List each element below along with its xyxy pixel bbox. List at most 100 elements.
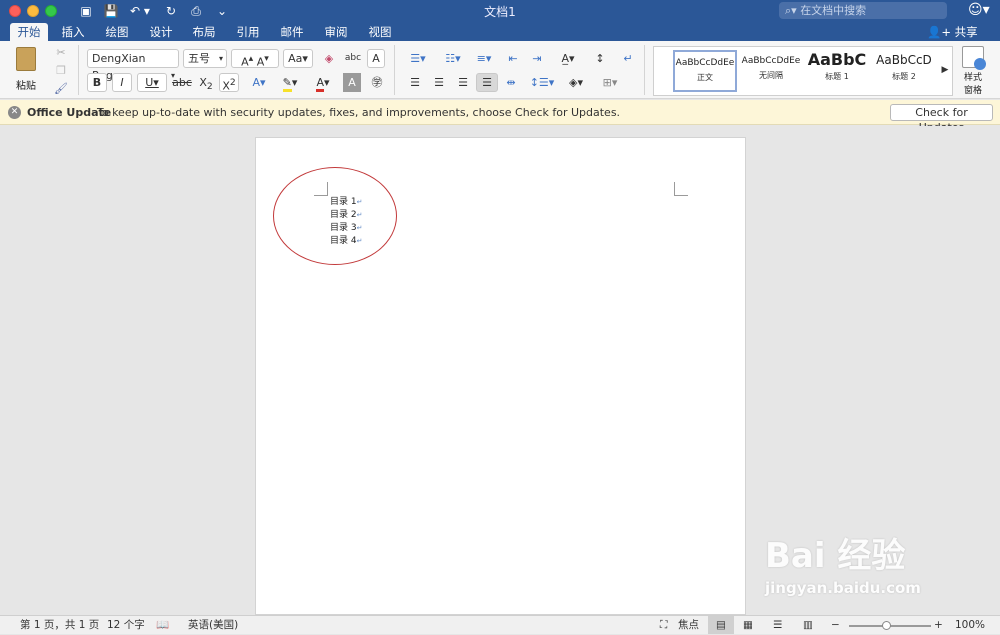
styles-gallery: AaBbCcDdEe 正文 AaBbCcDdEe 无间隔 AaBbC 标题 1 … bbox=[653, 46, 953, 96]
paste-label: 粘贴 bbox=[16, 81, 36, 92]
focus-mode-icon[interactable]: ⛶ bbox=[660, 616, 667, 635]
zoom-window-button[interactable] bbox=[45, 5, 57, 17]
phonetic-guide-icon[interactable]: abc bbox=[343, 49, 363, 68]
title-bar: ▣ 💾 ↶ ▾ ↻ ⎙ ⌄ 文档1 ⌕▾ 在文档中搜索 ☺▾ bbox=[0, 0, 1000, 22]
cut-icon[interactable]: ✂ bbox=[53, 43, 69, 62]
borders-icon[interactable]: ⊞▾ bbox=[595, 73, 625, 92]
infobar-message: To keep up-to-date with security updates… bbox=[97, 106, 621, 119]
check-for-updates-button[interactable]: Check for Updates bbox=[890, 104, 993, 134]
dismiss-infobar-icon[interactable]: ✕ bbox=[8, 106, 21, 119]
tab-layout[interactable]: 布局 bbox=[186, 23, 222, 41]
page-count[interactable]: 第 1 页，共 1 页 bbox=[20, 616, 99, 635]
search-icon: ⌕▾ bbox=[785, 4, 801, 17]
style-heading-1[interactable]: AaBbC 标题 1 bbox=[805, 50, 869, 92]
tab-review[interactable]: 审阅 bbox=[318, 23, 354, 41]
subscript-button[interactable]: X2 bbox=[196, 73, 216, 92]
share-button[interactable]: 👤+ 共享 bbox=[927, 23, 978, 41]
distributed-icon[interactable]: ⇹ bbox=[500, 73, 522, 92]
font-name-select[interactable]: DengXian Reg... ▾ bbox=[87, 49, 179, 82]
draft-view-icon[interactable]: ▥ bbox=[803, 616, 813, 635]
baidu-watermark: Bai 经验 jingyan.baidu.com bbox=[765, 528, 921, 597]
bold-button[interactable]: B bbox=[87, 73, 107, 92]
add-person-icon: 👤+ bbox=[927, 25, 955, 39]
save-icon[interactable]: 💾 bbox=[103, 3, 119, 19]
zoom-level[interactable]: 100% bbox=[955, 616, 985, 635]
paste-button[interactable]: 粘贴 bbox=[8, 45, 44, 93]
format-painter-icon[interactable]: 🖌 bbox=[53, 79, 69, 98]
language-indicator[interactable]: 英语(美国) bbox=[188, 616, 238, 635]
styles-pane-button[interactable]: 样式 窗格 bbox=[959, 46, 987, 96]
outline-view-icon[interactable]: ☰ bbox=[773, 616, 782, 635]
copy-icon[interactable]: ❐ bbox=[53, 61, 69, 80]
sidebar-toggle-icon[interactable]: ▣ bbox=[78, 3, 94, 19]
strikethrough-button[interactable]: abc bbox=[171, 73, 193, 92]
italic-button[interactable]: I bbox=[112, 73, 132, 92]
word-count[interactable]: 12 个字 bbox=[107, 616, 145, 635]
minimize-window-button[interactable] bbox=[27, 5, 39, 17]
highlight-icon[interactable]: ✎▾ bbox=[276, 73, 304, 92]
tab-design[interactable]: 设计 bbox=[143, 23, 179, 41]
change-case-icon[interactable]: Aa▾ bbox=[283, 49, 313, 68]
font-size-select[interactable]: 五号 ▾ bbox=[183, 49, 227, 68]
print-layout-view-icon[interactable]: ▤ bbox=[708, 616, 734, 634]
zoom-out-button[interactable]: − bbox=[831, 616, 840, 635]
close-window-button[interactable] bbox=[9, 5, 21, 17]
shading-icon[interactable]: ◈▾ bbox=[562, 73, 590, 92]
tab-view[interactable]: 视图 bbox=[362, 23, 398, 41]
text-effects-icon[interactable]: A▾ bbox=[246, 73, 272, 92]
status-bar: 第 1 页，共 1 页 12 个字 📖 英语(美国) ⛶ 焦点 ▤ ▦ ☰ ▥ … bbox=[0, 615, 1000, 634]
ribbon: 粘贴 ✂ ❐ 🖌 DengXian Reg... ▾ 五号 ▾ A▴ A▾ Aa▾ … bbox=[0, 41, 1000, 99]
style-normal[interactable]: AaBbCcDdEe 正文 bbox=[673, 50, 737, 92]
justify-icon[interactable]: ☰ bbox=[476, 73, 498, 92]
highlight-annotation-circle bbox=[273, 167, 397, 265]
align-left-icon[interactable]: ☰ bbox=[404, 73, 426, 92]
ribbon-tabs: 开始 插入 绘图 设计 布局 引用 邮件 审阅 视图 👤+ 共享 bbox=[0, 22, 1000, 41]
asian-layout-icon[interactable]: A̲▾ bbox=[554, 49, 582, 68]
bullets-icon[interactable]: ☰▾ bbox=[402, 49, 434, 68]
character-shading-icon[interactable]: A bbox=[343, 73, 361, 92]
gallery-more-arrow-icon[interactable]: ▶ bbox=[940, 61, 950, 80]
font-color-icon[interactable]: A▾ bbox=[308, 73, 338, 92]
watermark-brand: Bai 经验 bbox=[765, 536, 906, 576]
customize-toolbar-icon[interactable]: ⌄ bbox=[216, 3, 228, 19]
increase-indent-icon[interactable]: ⇥ bbox=[527, 49, 547, 68]
align-right-icon[interactable]: ☰ bbox=[452, 73, 474, 92]
superscript-button[interactable]: X2 bbox=[219, 73, 239, 93]
update-infobar: ✕ Office Update To keep up-to-date with … bbox=[0, 100, 1000, 134]
window-title: 文档1 bbox=[484, 5, 516, 19]
align-center-icon[interactable]: ☰ bbox=[428, 73, 450, 92]
multilevel-list-icon[interactable]: ≡▾ bbox=[471, 49, 497, 68]
redo-icon[interactable]: ↻ bbox=[163, 3, 179, 19]
tab-home[interactable]: 开始 bbox=[10, 23, 48, 41]
focus-mode-label[interactable]: 焦点 bbox=[678, 616, 699, 635]
style-heading-2[interactable]: AaBbCcD 标题 2 bbox=[872, 50, 936, 92]
zoom-in-button[interactable]: + bbox=[934, 616, 943, 635]
character-border-icon[interactable]: A bbox=[367, 49, 385, 68]
grow-shrink-font-buttons[interactable]: A▴ A▾ bbox=[231, 49, 279, 69]
tab-mailings[interactable]: 邮件 bbox=[274, 23, 310, 41]
proofing-icon[interactable]: 📖 bbox=[156, 616, 169, 635]
numbering-icon[interactable]: ☷▾ bbox=[437, 49, 469, 68]
search-input[interactable]: ⌕▾ 在文档中搜索 bbox=[779, 2, 947, 19]
sort-icon[interactable]: ↕ bbox=[588, 49, 612, 68]
underline-button[interactable]: U▾ bbox=[137, 73, 167, 92]
feedback-smiley-icon[interactable]: ☺▾ bbox=[968, 2, 990, 18]
web-layout-view-icon[interactable]: ▦ bbox=[743, 616, 753, 635]
style-no-spacing[interactable]: AaBbCcDdEe 无间隔 bbox=[739, 50, 803, 92]
line-spacing-icon[interactable]: ↕☰▾ bbox=[527, 73, 557, 92]
clear-formatting-icon[interactable]: ◈ bbox=[318, 49, 340, 68]
clipboard-icon bbox=[16, 47, 36, 71]
decrease-indent-icon[interactable]: ⇤ bbox=[503, 49, 523, 68]
zoom-slider-thumb[interactable] bbox=[882, 621, 891, 630]
undo-icon[interactable]: ↶ ▾ bbox=[128, 3, 152, 19]
enclose-characters-icon[interactable]: ㊫ bbox=[367, 73, 387, 92]
margin-corner-right bbox=[674, 182, 688, 196]
styles-pane-icon bbox=[962, 46, 986, 70]
tab-references[interactable]: 引用 bbox=[230, 23, 266, 41]
search-placeholder: 在文档中搜索 bbox=[800, 4, 867, 17]
watermark-url: jingyan.baidu.com bbox=[765, 579, 921, 597]
tab-draw[interactable]: 绘图 bbox=[99, 23, 135, 41]
show-paragraph-marks-icon[interactable]: ↵ bbox=[617, 49, 639, 68]
tab-insert[interactable]: 插入 bbox=[55, 23, 91, 41]
print-icon[interactable]: ⎙ bbox=[187, 3, 205, 19]
